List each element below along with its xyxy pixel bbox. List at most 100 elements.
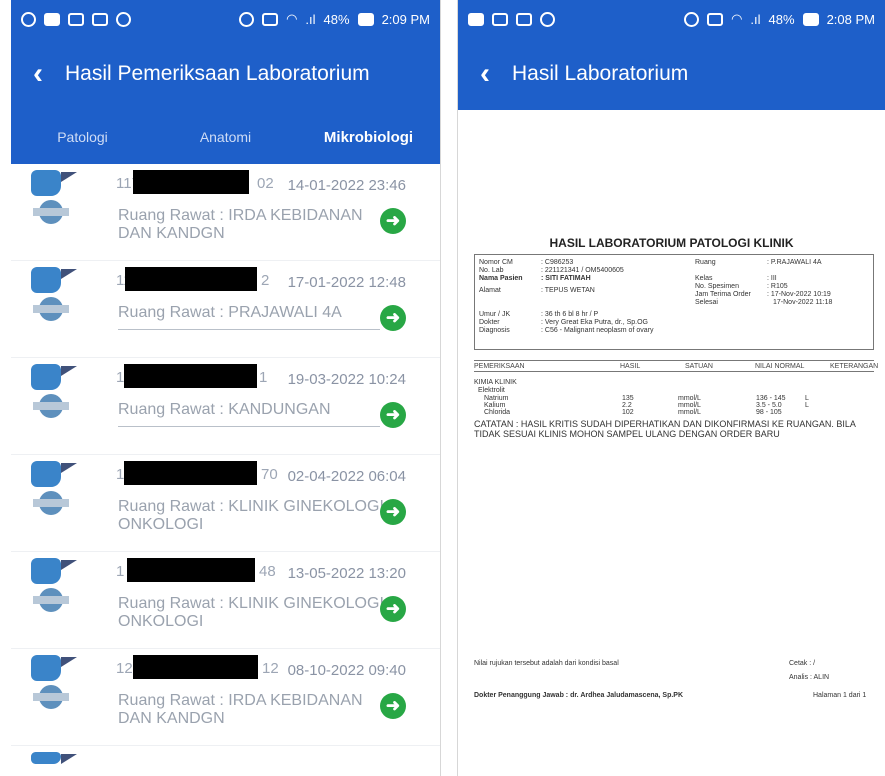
test-name: Kalium	[484, 402, 506, 409]
signal-icon: .ıl	[750, 11, 761, 27]
record-room: Ruang Rawat : KANDUNGAN	[118, 401, 331, 418]
test-result: 2.2	[622, 402, 632, 409]
patient-info-box: Nomor CM No. Lab Nama Pasien Alamat Umur / J…	[474, 254, 874, 350]
lab-record-icon	[31, 752, 95, 774]
record-id-suffix: 02	[257, 175, 274, 192]
lab-record-row[interactable]: 12 12 08-10-2022 09:40 Ruang Rawat : IRD…	[11, 649, 440, 746]
record-room: Ruang Rawat : IRDA KEBIDANAN DAN KANDGN	[118, 207, 363, 242]
whatsapp-icon	[21, 11, 36, 27]
right-phone-screen: ◠ .ıl 48% 2:08 PM ‹ Hasil Laboratorium H…	[457, 0, 885, 776]
lab-record-icon	[31, 170, 95, 232]
alarm-icon	[262, 12, 279, 26]
battery-icon	[802, 12, 819, 26]
tab-anatomi[interactable]: Anatomi	[154, 129, 297, 145]
lab-record-row[interactable]: 117 02 14-01-2022 23:46 Ruang Rawat : IR…	[11, 164, 440, 261]
test-normal: 136 - 145	[756, 395, 786, 402]
print-count: Cetak : /	[789, 660, 816, 667]
record-id-suffix: 1	[259, 369, 268, 386]
result-table-header: PEMERIKSAAN HASIL SATUAN NILAI NORMAL KE…	[474, 360, 878, 372]
open-record-arrow-icon[interactable]: ➜	[380, 208, 406, 234]
app-bar: ‹ Hasil Pemeriksaan Laboratorium	[11, 38, 440, 110]
record-id-suffix: 2	[261, 272, 270, 289]
test-unit: mmol/L	[678, 409, 701, 416]
test-result: 135	[622, 395, 634, 402]
back-arrow-icon[interactable]: ‹	[11, 57, 65, 91]
record-date: 13-05-2022 13:20	[287, 565, 406, 582]
alarm-icon	[707, 12, 724, 26]
lab-record-row[interactable]: 1 70 02-04-2022 06:04 Ruang Rawat : KLIN…	[11, 455, 440, 552]
order-labels: Ruang Kelas No. Spesimen Jam Terima Order Se…	[695, 259, 751, 306]
signal-icon: .ıl	[305, 11, 316, 27]
wifi-icon: ◠	[731, 11, 743, 26]
redacted-id	[127, 558, 255, 582]
lab-record-icon	[31, 655, 95, 717]
battery-percent: 48%	[768, 11, 795, 27]
lab-record-list: 117 02 14-01-2022 23:46 Ruang Rawat : IR…	[11, 164, 440, 776]
test-name: Natrium	[484, 395, 509, 402]
youtube-icon	[44, 12, 60, 26]
status-bar: ◠ .ıl 48% 2:09 PM	[11, 0, 440, 38]
redacted-id	[124, 461, 257, 485]
order-values: : P.RAJAWALI 4A: III: R105: 17-Nov-2022 …	[767, 259, 833, 306]
mail-icon	[68, 12, 84, 26]
lab-record-icon	[31, 267, 95, 329]
status-system-info: ◠ .ıl 48% 2:08 PM	[684, 11, 875, 27]
lab-report-document: HASIL LABORATORIUM PATOLOGI KLINIK Nomor…	[458, 118, 885, 776]
status-time: 2:09 PM	[381, 11, 430, 27]
test-unit: mmol/L	[678, 395, 701, 402]
lab-record-icon	[31, 364, 95, 426]
battery-icon	[357, 12, 374, 26]
open-record-arrow-icon[interactable]: ➜	[380, 596, 406, 622]
test-unit: mmol/L	[678, 402, 701, 409]
record-id-suffix: 48	[259, 563, 276, 580]
record-id-prefix: 1	[116, 563, 125, 580]
record-date: 14-01-2022 23:46	[287, 177, 406, 194]
responsible-doctor: Dokter Penanggung Jawab : dr. Ardhea Jal…	[474, 692, 684, 699]
page-number: Halaman 1 dari 1	[813, 692, 867, 699]
test-note: L	[805, 395, 809, 402]
record-underline	[118, 426, 380, 427]
battery-percent: 48%	[323, 11, 350, 27]
test-result: 102	[622, 409, 634, 416]
patient-values: : C986253: 221121341 / OM5400605: SITI F…	[541, 259, 654, 334]
record-underline	[118, 329, 380, 330]
whatsapp-icon	[540, 11, 555, 27]
redacted-id	[124, 364, 257, 388]
analyst: Analis : ALIN	[789, 674, 830, 681]
tab-patologi[interactable]: Patologi	[11, 129, 154, 145]
status-bar: ◠ .ıl 48% 2:08 PM	[458, 0, 885, 38]
patient-labels: Nomor CM No. Lab Nama Pasien Alamat Umur / J…	[479, 259, 523, 334]
open-record-arrow-icon[interactable]: ➜	[380, 499, 406, 525]
call-icon	[684, 11, 700, 27]
youtube-icon	[468, 12, 484, 26]
lab-record-icon	[31, 558, 95, 620]
status-system-info: ◠ .ıl 48% 2:09 PM	[239, 11, 430, 27]
mail-icon	[492, 12, 508, 26]
record-id-prefix: 12	[116, 660, 133, 677]
record-room: Ruang Rawat : KLINIK GINEKOLOGI ONKOLOGI	[118, 595, 384, 630]
wifi-icon: ◠	[286, 11, 298, 26]
record-room: Ruang Rawat : KLINIK GINEKOLOGI ONKOLOGI	[118, 498, 384, 533]
lab-record-row[interactable]: 1 1 19-03-2022 10:24 Ruang Rawat : KANDU…	[11, 358, 440, 455]
result-tabs: Patologi Anatomi Mikrobiologi	[11, 110, 440, 164]
call-icon	[239, 11, 255, 27]
lab-record-row[interactable]: 1 48 13-05-2022 13:20 Ruang Rawat : KLIN…	[11, 552, 440, 649]
app-bar: ‹ Hasil Laboratorium	[458, 38, 885, 110]
back-arrow-icon[interactable]: ‹	[458, 57, 512, 91]
open-record-arrow-icon[interactable]: ➜	[380, 305, 406, 331]
lab-record-row-partial[interactable]	[11, 746, 440, 776]
subsection-title: Elektrolit	[478, 387, 505, 394]
redacted-id	[133, 170, 249, 194]
record-date: 02-04-2022 06:04	[287, 468, 406, 485]
test-normal: 98 - 105	[756, 409, 782, 416]
open-record-arrow-icon[interactable]: ➜	[380, 402, 406, 428]
open-record-arrow-icon[interactable]: ➜	[380, 693, 406, 719]
page-title: Hasil Pemeriksaan Laboratorium	[65, 62, 370, 85]
footer-note: Nilai rujukan tersebut adalah dari kondi…	[474, 660, 619, 667]
record-date: 19-03-2022 10:24	[287, 371, 406, 388]
tab-mikrobiologi[interactable]: Mikrobiologi	[297, 129, 440, 146]
record-date: 08-10-2022 09:40	[287, 662, 406, 679]
calendar-icon	[516, 12, 532, 26]
status-notification-icons	[468, 11, 555, 27]
lab-record-row[interactable]: 11 2 17-01-2022 12:48 Ruang Rawat : PRAJ…	[11, 261, 440, 358]
